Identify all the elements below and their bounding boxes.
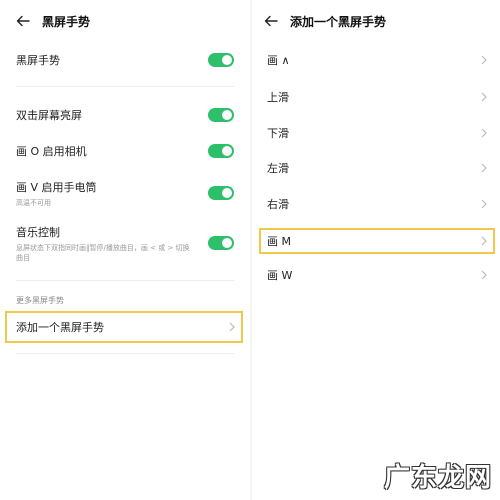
- music-control-row[interactable]: 音乐控制 息屏状态下双指同时画‖暂停/播放曲目，画 < 或 > 切换曲目: [16, 222, 234, 264]
- blackscreen-gesture-toggle[interactable]: [208, 53, 234, 67]
- chevron-right-icon: [480, 55, 488, 65]
- gesture-item-swipe-left[interactable]: 左滑: [267, 159, 488, 177]
- left-header: 黑屏手势: [16, 10, 90, 32]
- gesture-settings-panel: 黑屏手势 黑屏手势 双击屏幕亮屏 画 O 启用相机 画 V 启用手电筒 高温不可…: [0, 0, 250, 500]
- gesture-item-label: 右滑: [267, 198, 289, 211]
- back-arrow-icon[interactable]: [16, 14, 30, 28]
- gesture-item-swipe-down[interactable]: 下滑: [267, 124, 488, 142]
- gesture-item-swipe-up[interactable]: 上滑: [267, 88, 488, 106]
- divider: [16, 86, 234, 87]
- gesture-item-draw-m[interactable]: 画 M: [267, 232, 488, 250]
- divider: [16, 353, 234, 354]
- music-control-label: 音乐控制: [16, 225, 60, 239]
- add-gesture-panel: 添加一个黑屏手势 画 ∧ 上滑 下滑 左滑 右滑 画 M 画 W: [252, 0, 500, 500]
- music-control-toggle[interactable]: [208, 236, 234, 250]
- gesture-item-swipe-right[interactable]: 右滑: [267, 195, 488, 213]
- chevron-right-icon: [480, 163, 488, 173]
- draw-o-camera-row[interactable]: 画 O 启用相机: [16, 141, 234, 161]
- gesture-item-label: 画 M: [267, 235, 291, 248]
- chevron-right-icon: [480, 128, 488, 138]
- back-arrow-icon[interactable]: [264, 14, 278, 28]
- chevron-right-icon: [480, 270, 488, 280]
- double-tap-wake-row[interactable]: 双击屏幕亮屏: [16, 105, 234, 125]
- gesture-item-draw-w[interactable]: 画 W: [267, 266, 488, 284]
- gesture-item-label: 左滑: [267, 162, 289, 175]
- double-tap-wake-label: 双击屏幕亮屏: [16, 109, 82, 122]
- draw-v-flashlight-label: 画 V 启用手电筒: [16, 180, 97, 194]
- draw-o-camera-label: 画 O 启用相机: [16, 145, 87, 158]
- draw-v-flashlight-row[interactable]: 画 V 启用手电筒 高温不可用: [16, 178, 234, 208]
- gesture-item-label: 画 W: [267, 269, 293, 282]
- double-tap-wake-toggle[interactable]: [208, 108, 234, 122]
- draw-o-camera-toggle[interactable]: [208, 144, 234, 158]
- gesture-item-label: 画 ∧: [267, 54, 290, 67]
- blackscreen-gesture-row[interactable]: 黑屏手势: [16, 50, 234, 70]
- gesture-item-caret[interactable]: 画 ∧: [267, 51, 488, 69]
- site-watermark: 广东龙网: [383, 463, 492, 493]
- blackscreen-gesture-label: 黑屏手势: [16, 54, 60, 67]
- gesture-item-label: 上滑: [267, 91, 289, 104]
- chevron-right-icon: [480, 92, 488, 102]
- chevron-right-icon: [480, 199, 488, 209]
- draw-v-flashlight-sub: 高温不可用: [16, 198, 51, 207]
- music-control-sub: 息屏状态下双指同时画‖暂停/播放曲目，画 < 或 > 切换曲目: [16, 243, 190, 262]
- chevron-right-icon: [480, 236, 488, 246]
- draw-v-flashlight-toggle[interactable]: [208, 186, 234, 200]
- gesture-item-label: 下滑: [267, 127, 289, 140]
- add-gesture-row[interactable]: 添加一个黑屏手势: [16, 317, 236, 337]
- divider: [16, 280, 234, 281]
- page-title: 添加一个黑屏手势: [290, 14, 387, 29]
- more-gestures-section-label: 更多黑屏手势: [16, 296, 64, 305]
- chevron-right-icon: [228, 322, 236, 332]
- right-header: 添加一个黑屏手势: [264, 10, 386, 32]
- add-gesture-label: 添加一个黑屏手势: [16, 321, 104, 334]
- page-title: 黑屏手势: [42, 14, 91, 29]
